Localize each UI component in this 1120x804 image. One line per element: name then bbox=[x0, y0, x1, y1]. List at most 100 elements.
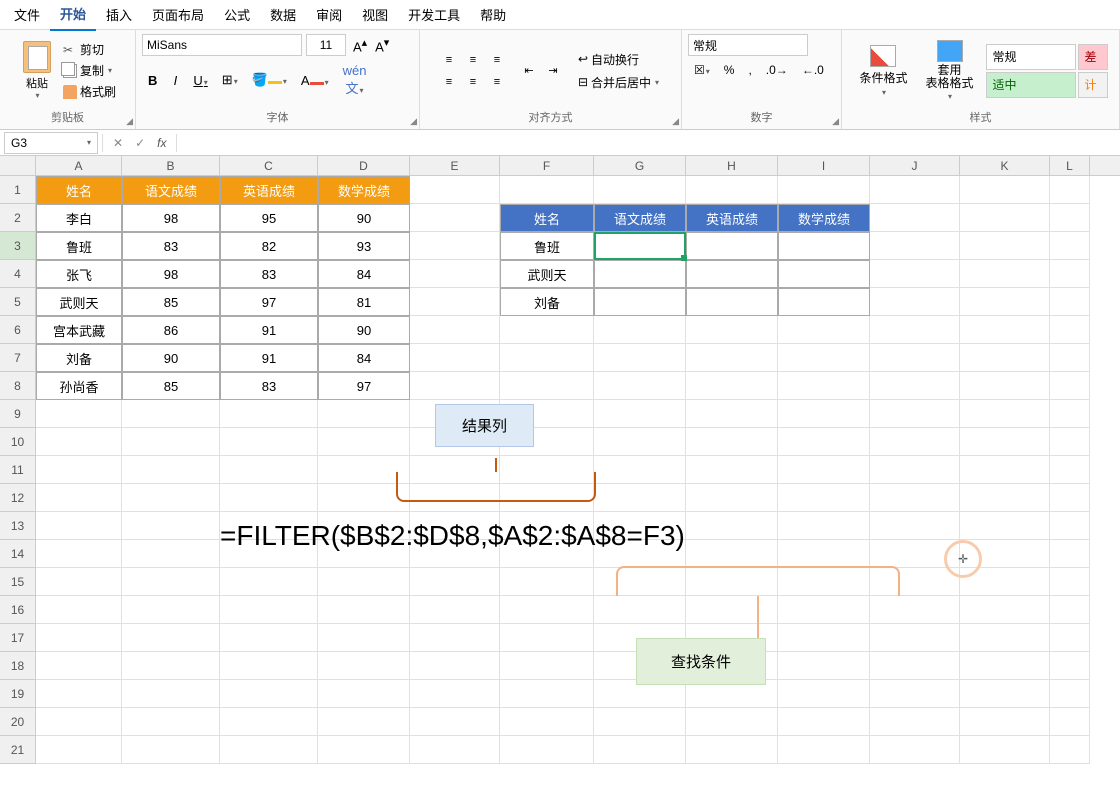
cell-H10[interactable] bbox=[686, 428, 778, 456]
cell-K16[interactable] bbox=[960, 596, 1050, 624]
align-center-button[interactable]: ≡ bbox=[462, 72, 484, 92]
cell-L12[interactable] bbox=[1050, 484, 1090, 512]
row-header-10[interactable]: 10 bbox=[0, 428, 35, 456]
cell-K11[interactable] bbox=[960, 456, 1050, 484]
cell-I3[interactable] bbox=[778, 232, 870, 260]
paste-button[interactable]: 粘贴 ▾ bbox=[17, 39, 57, 102]
format-painter-button[interactable]: 格式刷 bbox=[61, 82, 118, 101]
cell-J12[interactable] bbox=[870, 484, 960, 512]
cell-I21[interactable] bbox=[778, 736, 870, 764]
cell-A5[interactable]: 武则天 bbox=[36, 288, 122, 316]
cell-G21[interactable] bbox=[594, 736, 686, 764]
cell-B3[interactable]: 83 bbox=[122, 232, 220, 260]
cell-D21[interactable] bbox=[318, 736, 410, 764]
cell-F1[interactable] bbox=[500, 176, 594, 204]
cell-A19[interactable] bbox=[36, 680, 122, 708]
cell-I5[interactable] bbox=[778, 288, 870, 316]
cell-I7[interactable] bbox=[778, 344, 870, 372]
cell-A8[interactable]: 孙尚香 bbox=[36, 372, 122, 400]
menu-page-layout[interactable]: 页面布局 bbox=[142, 0, 214, 30]
cell-B12[interactable] bbox=[122, 484, 220, 512]
cell-I8[interactable] bbox=[778, 372, 870, 400]
cell-D2[interactable]: 90 bbox=[318, 204, 410, 232]
dialog-launcher-icon[interactable]: ◢ bbox=[672, 116, 679, 127]
select-all-corner[interactable] bbox=[0, 156, 36, 175]
wrap-text-button[interactable]: ↩ 自动换行 bbox=[574, 49, 663, 70]
cell-A11[interactable] bbox=[36, 456, 122, 484]
menu-data[interactable]: 数据 bbox=[260, 0, 306, 30]
cell-H2[interactable]: 英语成绩 bbox=[686, 204, 778, 232]
cell-C18[interactable] bbox=[220, 652, 318, 680]
phonetic-button[interactable]: wén文▾ bbox=[337, 60, 373, 100]
spreadsheet-grid[interactable]: ABCDEFGHIJKL 123456789101112131415161718… bbox=[0, 156, 1120, 804]
cell-J13[interactable] bbox=[870, 512, 960, 540]
align-middle-button[interactable]: ≡ bbox=[462, 50, 484, 70]
cell-D7[interactable]: 84 bbox=[318, 344, 410, 372]
insert-function-button[interactable]: fx bbox=[153, 134, 170, 152]
cell-K17[interactable] bbox=[960, 624, 1050, 652]
cell-L4[interactable] bbox=[1050, 260, 1090, 288]
cell-B13[interactable] bbox=[122, 512, 220, 540]
font-name-input[interactable] bbox=[142, 34, 302, 56]
cell-L5[interactable] bbox=[1050, 288, 1090, 316]
cell-L20[interactable] bbox=[1050, 708, 1090, 736]
cell-D3[interactable]: 93 bbox=[318, 232, 410, 260]
cell-K20[interactable] bbox=[960, 708, 1050, 736]
cell-E21[interactable] bbox=[410, 736, 500, 764]
cell-B20[interactable] bbox=[122, 708, 220, 736]
cell-B18[interactable] bbox=[122, 652, 220, 680]
cell-G5[interactable] bbox=[594, 288, 686, 316]
cell-A6[interactable]: 宫本武藏 bbox=[36, 316, 122, 344]
cell-B5[interactable]: 85 bbox=[122, 288, 220, 316]
cell-J2[interactable] bbox=[870, 204, 960, 232]
formula-input[interactable] bbox=[177, 132, 1120, 154]
cell-D20[interactable] bbox=[318, 708, 410, 736]
cell-K10[interactable] bbox=[960, 428, 1050, 456]
decrease-decimal-button[interactable]: ←.0 bbox=[796, 60, 830, 80]
cell-I1[interactable] bbox=[778, 176, 870, 204]
cell-E17[interactable] bbox=[410, 624, 500, 652]
cell-H21[interactable] bbox=[686, 736, 778, 764]
cell-H7[interactable] bbox=[686, 344, 778, 372]
cell-I18[interactable] bbox=[778, 652, 870, 680]
cell-C6[interactable]: 91 bbox=[220, 316, 318, 344]
cell-E2[interactable] bbox=[410, 204, 500, 232]
cell-C20[interactable] bbox=[220, 708, 318, 736]
cell-G11[interactable] bbox=[594, 456, 686, 484]
cell-G4[interactable] bbox=[594, 260, 686, 288]
cell-D5[interactable]: 81 bbox=[318, 288, 410, 316]
cell-G3[interactable] bbox=[594, 232, 686, 260]
cell-C19[interactable] bbox=[220, 680, 318, 708]
increase-decimal-button[interactable]: .0→ bbox=[760, 60, 794, 80]
cell-K2[interactable] bbox=[960, 204, 1050, 232]
row-header-7[interactable]: 7 bbox=[0, 344, 35, 372]
cell-E15[interactable] bbox=[410, 568, 500, 596]
font-size-input[interactable] bbox=[306, 34, 346, 56]
cell-A17[interactable] bbox=[36, 624, 122, 652]
cell-F16[interactable] bbox=[500, 596, 594, 624]
cell-H8[interactable] bbox=[686, 372, 778, 400]
cell-C10[interactable] bbox=[220, 428, 318, 456]
row-header-20[interactable]: 20 bbox=[0, 708, 35, 736]
cell-K21[interactable] bbox=[960, 736, 1050, 764]
cell-C3[interactable]: 82 bbox=[220, 232, 318, 260]
cell-I11[interactable] bbox=[778, 456, 870, 484]
cell-C7[interactable]: 91 bbox=[220, 344, 318, 372]
cell-K8[interactable] bbox=[960, 372, 1050, 400]
col-header-J[interactable]: J bbox=[870, 156, 960, 175]
col-header-H[interactable]: H bbox=[686, 156, 778, 175]
cell-A12[interactable] bbox=[36, 484, 122, 512]
cell-H16[interactable] bbox=[686, 596, 778, 624]
cell-B2[interactable]: 98 bbox=[122, 204, 220, 232]
cell-L7[interactable] bbox=[1050, 344, 1090, 372]
cell-J11[interactable] bbox=[870, 456, 960, 484]
cell-D8[interactable]: 97 bbox=[318, 372, 410, 400]
format-table-button[interactable]: 套用 表格格式 ▾ bbox=[920, 36, 980, 105]
cell-I17[interactable] bbox=[778, 624, 870, 652]
cell-A1[interactable]: 姓名 bbox=[36, 176, 122, 204]
align-left-button[interactable]: ≡ bbox=[438, 72, 460, 92]
cell-A15[interactable] bbox=[36, 568, 122, 596]
cell-H12[interactable] bbox=[686, 484, 778, 512]
cell-H11[interactable] bbox=[686, 456, 778, 484]
cell-I20[interactable] bbox=[778, 708, 870, 736]
